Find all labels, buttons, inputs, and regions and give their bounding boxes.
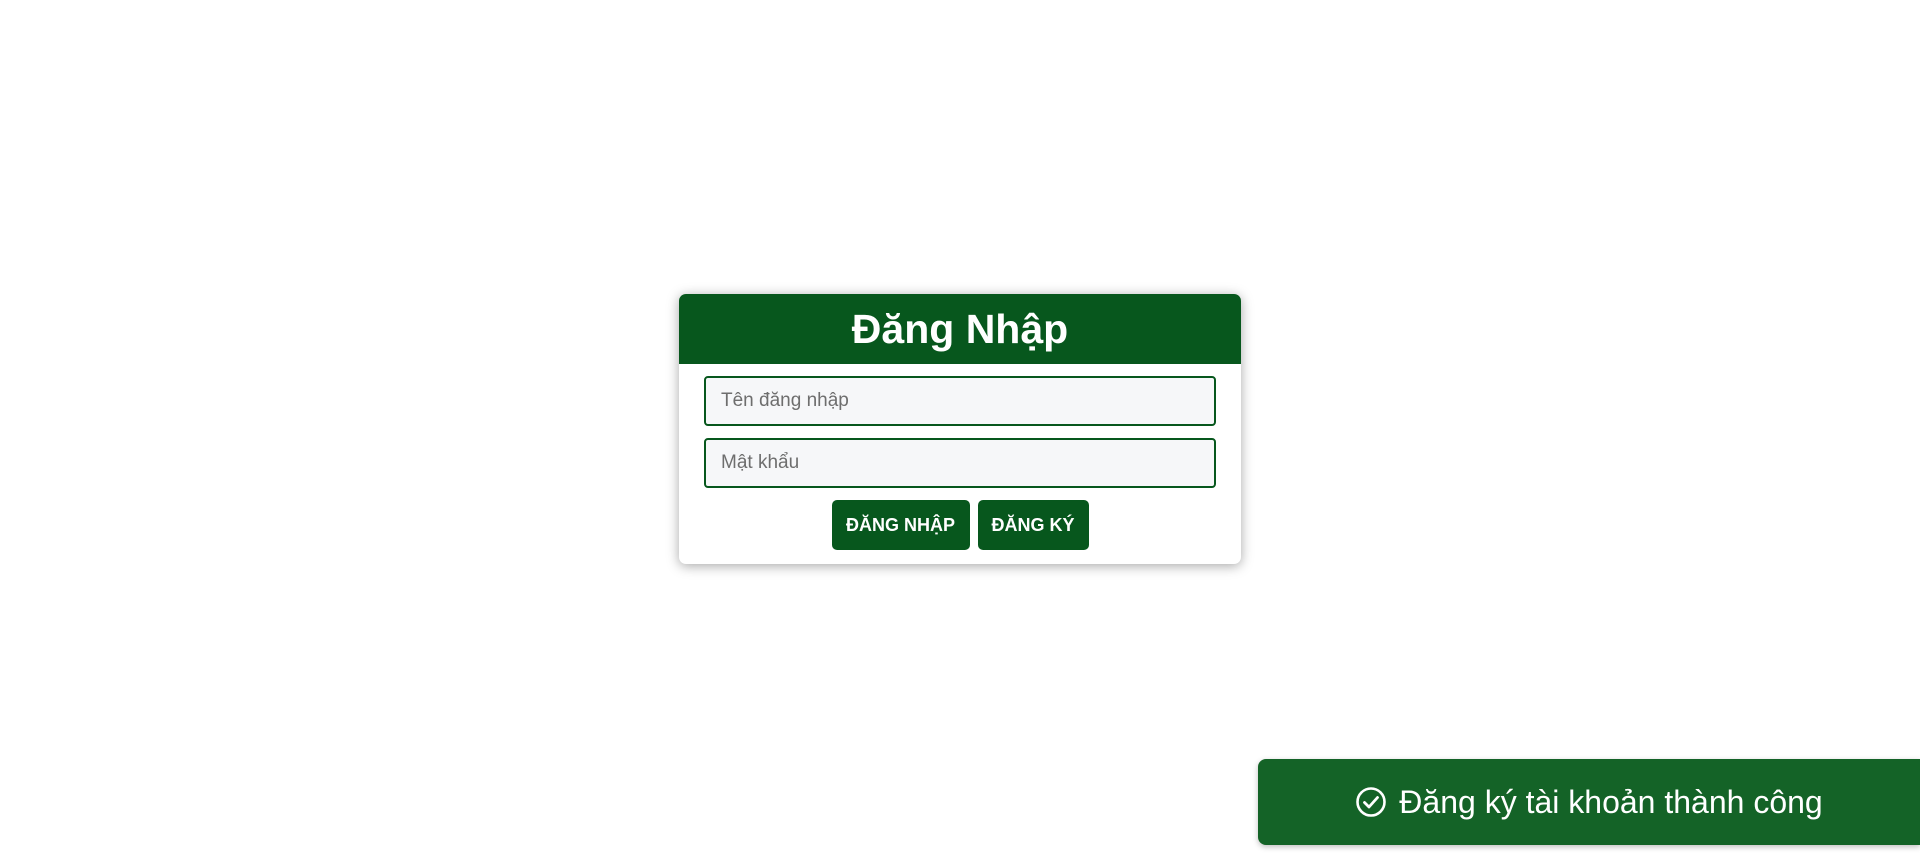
check-circle-icon: [1355, 786, 1387, 818]
success-toast[interactable]: Đăng ký tài khoản thành công: [1258, 759, 1920, 845]
password-input[interactable]: [704, 438, 1216, 488]
login-header: Đăng Nhập: [679, 294, 1241, 364]
toast-message: Đăng ký tài khoản thành công: [1399, 783, 1823, 820]
register-button[interactable]: ĐĂNG KÝ: [977, 500, 1089, 550]
login-button[interactable]: ĐĂNG NHẬP: [831, 500, 970, 550]
login-card: Đăng Nhập ĐĂNG NHẬP ĐĂNG KÝ: [679, 294, 1241, 564]
login-title: Đăng Nhập: [851, 305, 1069, 352]
login-form: ĐĂNG NHẬP ĐĂNG KÝ: [679, 364, 1241, 550]
username-input[interactable]: [704, 376, 1216, 426]
button-row: ĐĂNG NHẬP ĐĂNG KÝ: [704, 500, 1216, 550]
